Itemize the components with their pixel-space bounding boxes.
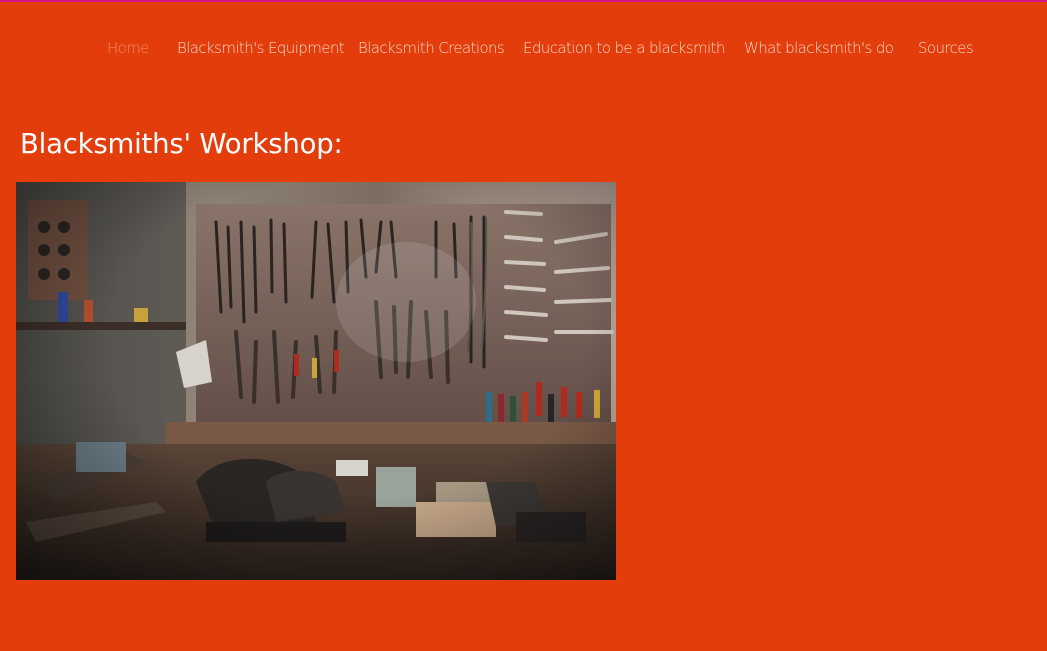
nav-link-home[interactable]: Home [107,37,150,59]
nav-link-what-blacksmiths-do[interactable]: What blacksmith's do [744,37,894,59]
page-title: Blacksmiths' Workshop: [20,128,343,160]
top-accent-strip [0,0,1047,2]
nav-link-sources[interactable]: Sources [918,37,974,59]
nav-link-blacksmiths-equipment[interactable]: Blacksmith's Equipment [177,37,345,59]
main-navigation: Home Blacksmith's Equipment Blacksmith C… [0,37,1047,61]
nav-link-blacksmith-creations[interactable]: Blacksmith Creations [358,37,505,59]
nav-link-education[interactable]: Education to be a blacksmith [523,37,725,59]
workshop-photo [16,182,616,580]
